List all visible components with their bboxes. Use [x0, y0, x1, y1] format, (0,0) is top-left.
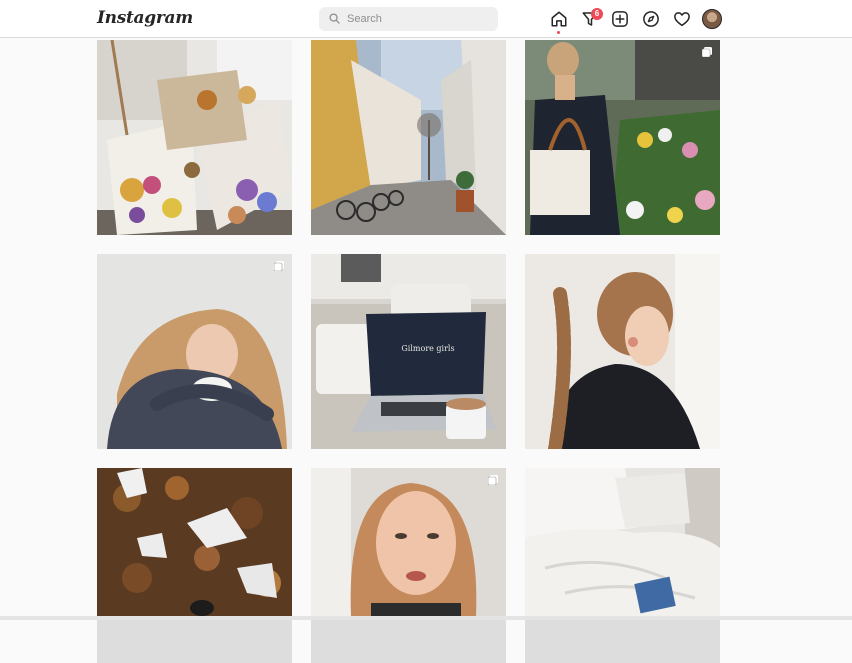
multiple-photos-icon [274, 261, 284, 271]
post-image [97, 468, 292, 616]
post-image [525, 254, 720, 449]
horizontal-scrollbar[interactable] [0, 616, 852, 620]
active-page-indicator [557, 31, 560, 34]
new-post-icon[interactable] [611, 10, 629, 28]
search-box[interactable] [319, 7, 498, 31]
post-tile-girl-hugging-knees[interactable] [97, 254, 292, 449]
post-tile-laptop-gilmore-girls[interactable]: Gilmore girls [311, 254, 506, 449]
post-image [525, 468, 720, 616]
post-tile-autumn-leaves[interactable] [97, 468, 292, 663]
instagram-logo[interactable]: Instagram [97, 8, 193, 28]
multiple-photos-icon [702, 47, 712, 57]
search-icon [329, 13, 340, 24]
post-image [525, 40, 720, 235]
post-image [311, 468, 506, 616]
laptop-screen-text: Gilmore girls [401, 344, 455, 353]
post-tile-flower-market[interactable] [525, 40, 720, 235]
post-image [311, 40, 506, 235]
search-input[interactable] [347, 10, 487, 28]
post-tile-redhead-portrait[interactable] [311, 468, 506, 663]
post-tile-white-bedding[interactable] [525, 468, 720, 663]
post-image [97, 254, 292, 449]
home-icon[interactable] [550, 10, 568, 28]
notification-badge: 6 [591, 8, 603, 20]
explore-compass-icon[interactable] [642, 10, 660, 28]
activity-heart-icon[interactable] [673, 10, 691, 28]
top-navigation-bar: Instagram 6 [0, 0, 852, 38]
post-image [97, 40, 292, 235]
post-tile-dried-flowers[interactable] [97, 40, 292, 235]
post-tile-braided-hair[interactable] [525, 254, 720, 449]
multiple-photos-icon [488, 475, 498, 485]
post-tile-street[interactable] [311, 40, 506, 235]
profile-avatar[interactable] [702, 9, 722, 29]
